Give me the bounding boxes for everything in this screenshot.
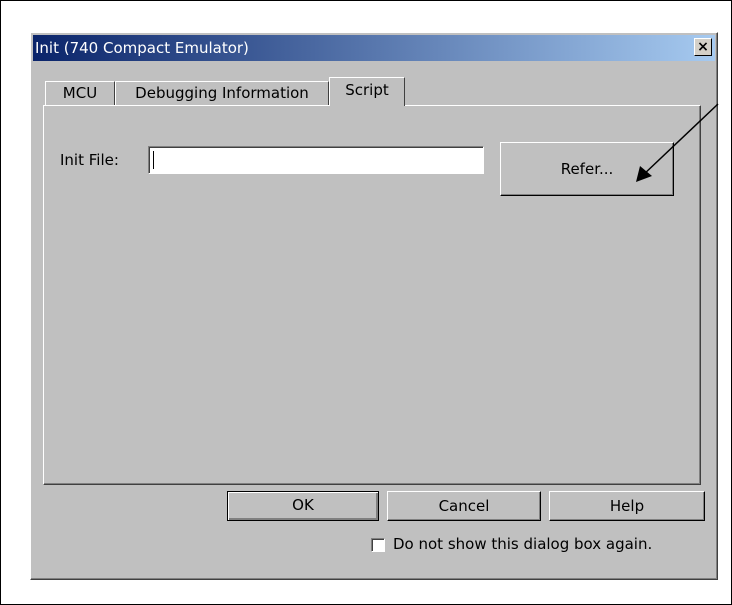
close-button[interactable]: ×: [694, 38, 712, 56]
refer-button[interactable]: Refer...: [500, 142, 674, 196]
tab-mcu[interactable]: MCU: [45, 81, 115, 105]
script-tab-panel: Init File: Refer...: [43, 105, 701, 485]
tab-mcu-label: MCU: [62, 84, 98, 102]
dont-show-again-label: Do not show this dialog box again.: [393, 535, 653, 553]
tab-script-label: Script: [345, 81, 389, 99]
ok-button-label: OK: [292, 496, 314, 514]
title-bar[interactable]: Init (740 Compact Emulator) ×: [33, 35, 715, 61]
dont-show-again-checkbox[interactable]: [371, 538, 385, 552]
help-button[interactable]: Help: [549, 491, 705, 521]
document-frame: Init (740 Compact Emulator) × MCU Debugg…: [0, 0, 732, 605]
ok-button[interactable]: OK: [227, 491, 379, 521]
cancel-button[interactable]: Cancel: [387, 491, 541, 521]
init-file-label: Init File:: [60, 151, 119, 169]
close-icon: ×: [697, 39, 709, 55]
cancel-button-label: Cancel: [438, 497, 490, 515]
tab-debugging-information[interactable]: Debugging Information: [115, 81, 329, 105]
tab-debugging-information-label: Debugging Information: [135, 84, 309, 102]
refer-button-label: Refer...: [560, 160, 614, 178]
init-file-input[interactable]: [148, 146, 484, 174]
window-title: Init (740 Compact Emulator): [35, 39, 249, 57]
tab-script[interactable]: Script: [329, 77, 405, 106]
text-caret: [153, 151, 154, 169]
help-button-label: Help: [609, 497, 645, 515]
init-dialog: Init (740 Compact Emulator) × MCU Debugg…: [30, 32, 718, 580]
